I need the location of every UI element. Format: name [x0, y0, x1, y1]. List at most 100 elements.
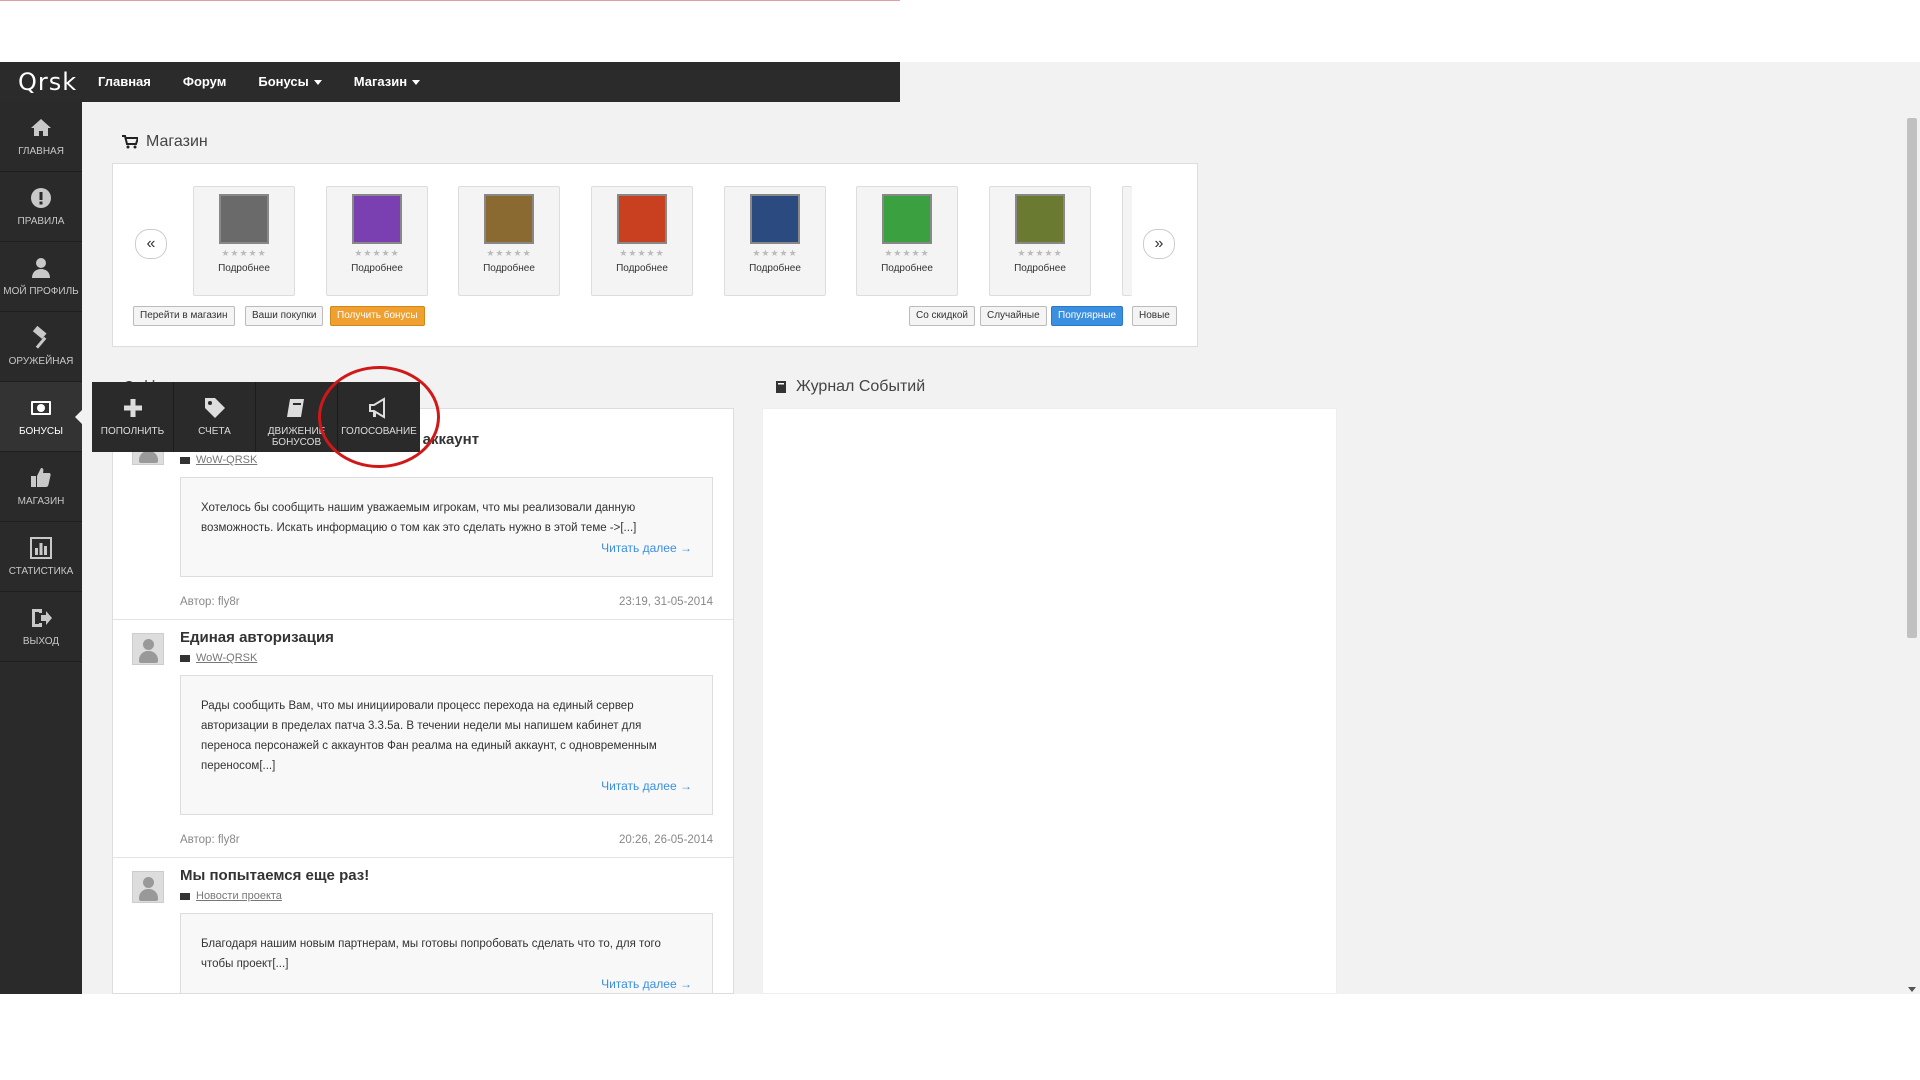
nav-forum[interactable]: Форум — [167, 62, 242, 102]
shop-item[interactable]: ★★★★★ Подробнее — [458, 186, 560, 296]
avatar — [132, 633, 164, 665]
page-scrollbar[interactable] — [1904, 118, 1920, 994]
item-image — [1015, 194, 1065, 244]
post-meta: Автор: fly8r 20:26, 26-05-2014 — [180, 834, 713, 846]
item-image — [750, 194, 800, 244]
shop-item[interactable]: ★★★★★ Подробнее — [724, 186, 826, 296]
caret-down-icon — [412, 80, 421, 86]
shop-item[interactable]: ★★★★★ Подробнее — [591, 186, 693, 296]
hammer-icon — [32, 326, 47, 349]
filter-new-button[interactable]: Новые — [1132, 306, 1177, 326]
post-author: Автор: fly8r — [180, 596, 240, 608]
post-body: Рады сообщить Вам, что мы инициировали п… — [180, 675, 713, 815]
shop-item-partial — [1122, 186, 1132, 296]
item-image — [617, 194, 667, 244]
sidebar-item-bonuses[interactable]: БОНУСЫ — [0, 382, 82, 452]
home-icon — [31, 119, 51, 136]
events-journal-panel — [762, 408, 1337, 994]
post-date: 23:19, 31-05-2014 — [619, 596, 713, 608]
shop-item[interactable]: ★★★★★ Подробнее — [856, 186, 958, 296]
read-more-link[interactable]: Читать далее → — [201, 776, 692, 796]
rating-stars: ★★★★★ — [752, 248, 798, 258]
get-bonuses-button[interactable]: Получить бонусы — [330, 306, 425, 326]
folder-icon — [180, 892, 190, 900]
alert-icon — [31, 188, 51, 208]
post-category[interactable]: Новости проекта — [180, 890, 282, 902]
shop-item[interactable]: ★★★★★ Подробнее — [193, 186, 295, 296]
item-details-link[interactable]: Подробнее — [459, 263, 559, 274]
caret-down-icon — [313, 80, 322, 86]
nav-home[interactable]: Главная — [82, 62, 167, 102]
item-image — [219, 194, 269, 244]
site-logo[interactable]: Qrsk — [0, 68, 82, 96]
item-image — [484, 194, 534, 244]
item-details-link[interactable]: Подробнее — [327, 263, 427, 274]
plus-icon — [123, 399, 142, 417]
rating-stars: ★★★★★ — [619, 248, 665, 258]
thumbs-up-icon — [31, 468, 51, 487]
shop-item[interactable]: ★★★★★ Подробнее — [989, 186, 1091, 296]
item-details-link[interactable]: Подробнее — [725, 263, 825, 274]
folder-icon — [180, 654, 190, 662]
bottom-blank-area — [0, 994, 1920, 1080]
rating-stars: ★★★★★ — [1017, 248, 1063, 258]
post-divider — [113, 857, 733, 858]
shop-carousel: « » ★★★★★ Подробнее ★★★★★ Подробнее ★★★★… — [112, 163, 1198, 347]
read-more-link[interactable]: Читать далее → — [201, 538, 692, 558]
carousel-prev-button[interactable]: « — [135, 229, 167, 259]
submenu-item-topup[interactable]: ПОПОЛНИТЬ — [92, 382, 174, 452]
my-purchases-button[interactable]: Ваши покупки — [245, 306, 324, 326]
book-icon — [776, 381, 786, 393]
sidebar: ГЛАВНАЯ ПРАВИЛА МОЙ ПРОФИЛЬ ОРУЖЕЙНАЯ БО… — [0, 102, 82, 994]
post-body: Благодаря нашим новым партнерам, мы гото… — [180, 913, 713, 993]
logout-icon — [32, 609, 52, 627]
folder-icon — [180, 456, 190, 464]
rating-stars: ★★★★★ — [354, 248, 400, 258]
rating-stars: ★★★★★ — [486, 248, 532, 258]
shop-heading: Магазин — [122, 133, 208, 151]
post-title[interactable]: Мы попытаемся еще раз! — [180, 867, 369, 884]
read-more-link[interactable]: Читать далее → — [201, 974, 692, 993]
book-icon — [286, 399, 304, 417]
sidebar-item-home[interactable]: ГЛАВНАЯ — [0, 102, 82, 172]
item-details-link[interactable]: Подробнее — [194, 263, 294, 274]
post-body: Хотелось бы сообщить нашим уважаемым игр… — [180, 477, 713, 577]
item-details-link[interactable]: Подробнее — [592, 263, 692, 274]
money-icon — [31, 401, 51, 415]
blank-area — [900, 0, 1920, 56]
sidebar-item-shop[interactable]: МАГАЗИН — [0, 452, 82, 522]
avatar — [132, 871, 164, 903]
nav-shop[interactable]: Магазин — [338, 62, 436, 102]
user-icon — [32, 258, 50, 278]
tags-icon — [204, 398, 225, 418]
post-author: Автор: fly8r — [180, 834, 240, 846]
post-divider — [113, 619, 733, 620]
journal-heading: Журнал Событий — [774, 378, 925, 396]
filter-popular-button[interactable]: Популярные — [1051, 306, 1124, 326]
top-navbar: Qrsk Главная Форум Бонусы Магазин — [0, 62, 900, 102]
post-category[interactable]: WoW-QRSK — [180, 652, 257, 664]
post-date: 20:26, 26-05-2014 — [619, 834, 713, 846]
go-to-shop-button[interactable]: Перейти в магазин — [133, 306, 235, 326]
sidebar-item-armory[interactable]: ОРУЖЕЙНАЯ — [0, 312, 82, 382]
sidebar-item-statistics[interactable]: СТАТИСТИКА — [0, 522, 82, 592]
shop-item[interactable]: ★★★★★ Подробнее — [326, 186, 428, 296]
sidebar-item-logout[interactable]: ВЫХОД — [0, 592, 82, 662]
filter-discount-button[interactable]: Со скидкой — [909, 306, 975, 326]
scrollbar-thumb[interactable] — [1907, 118, 1917, 638]
rating-stars: ★★★★★ — [221, 248, 267, 258]
filter-random-button[interactable]: Случайные — [980, 306, 1047, 326]
submenu-item-accounts[interactable]: СЧЕТА — [174, 382, 256, 452]
post-title[interactable]: Единая авторизация — [180, 629, 334, 646]
post-category[interactable]: WoW-QRSK — [180, 454, 257, 466]
scroll-down-icon[interactable] — [1908, 987, 1916, 992]
carousel-next-button[interactable]: » — [1143, 229, 1175, 259]
item-details-link[interactable]: Подробнее — [990, 263, 1090, 274]
item-image — [882, 194, 932, 244]
chart-icon — [30, 537, 52, 559]
sidebar-item-profile[interactable]: МОЙ ПРОФИЛЬ — [0, 242, 82, 312]
nav-bonuses[interactable]: Бонусы — [242, 62, 337, 102]
sidebar-item-rules[interactable]: ПРАВИЛА — [0, 172, 82, 242]
item-details-link[interactable]: Подробнее — [857, 263, 957, 274]
post-meta: Автор: fly8r 23:19, 31-05-2014 — [180, 596, 713, 608]
